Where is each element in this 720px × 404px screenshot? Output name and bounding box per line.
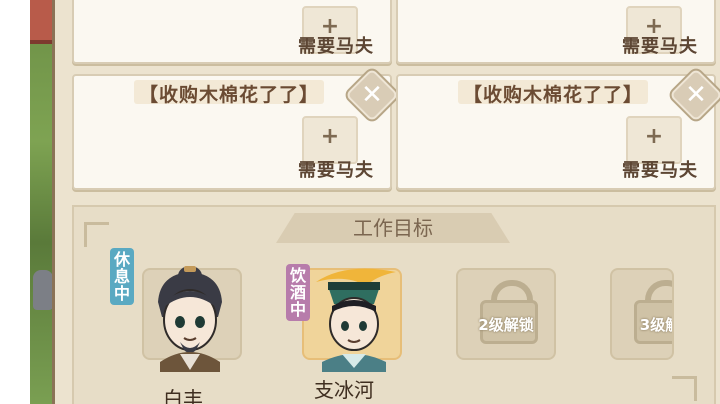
locked-slot-2[interactable]: 3级解 bbox=[610, 268, 674, 360]
background-map bbox=[30, 0, 54, 404]
unlock-label: 2级解锁 bbox=[478, 316, 534, 334]
game-screen: + 需要马夫 + 需要马夫 【收购木棉花了了】 + 需要马夫 ✕ 【收购木棉花了… bbox=[0, 0, 720, 404]
plus-icon: + bbox=[320, 124, 340, 149]
status-text: 休息中 bbox=[113, 250, 130, 303]
requirement-text: 需要马夫 bbox=[298, 160, 374, 181]
requirement-text: 需要马夫 bbox=[622, 36, 698, 57]
unlock-label: 3级解 bbox=[639, 316, 672, 334]
task-card-3[interactable]: 【收购木棉花了了】 + 需要马夫 bbox=[72, 74, 392, 190]
character-portrait-baifeng[interactable] bbox=[140, 262, 240, 372]
status-text: 饮酒中 bbox=[289, 266, 306, 319]
character-portrait-zhibinghe[interactable] bbox=[306, 262, 402, 372]
corner-ornament bbox=[672, 376, 697, 401]
worker-name: 白丰 bbox=[163, 387, 203, 404]
task-title: 【收购木棉花了了】 bbox=[134, 80, 324, 106]
task-title: 【收购木棉花了了】 bbox=[458, 80, 648, 106]
plus-icon: + bbox=[644, 124, 664, 149]
close-icon: ✕ bbox=[685, 80, 707, 110]
goal-title: 工作目标 bbox=[353, 216, 433, 240]
screen-margin bbox=[0, 0, 32, 404]
locked-slot-1[interactable]: 2级解锁 bbox=[456, 268, 556, 360]
worker-name: 支冰河 bbox=[314, 378, 374, 402]
task-card-4[interactable]: 【收购木棉花了了】 + 需要马夫 bbox=[396, 74, 716, 190]
map-rock bbox=[33, 270, 53, 310]
requirement-text: 需要马夫 bbox=[622, 160, 698, 181]
map-building bbox=[30, 0, 52, 44]
corner-ornament bbox=[84, 222, 109, 247]
close-icon: ✕ bbox=[361, 80, 383, 110]
requirement-text: 需要马夫 bbox=[298, 36, 374, 57]
status-tag-resting: 休息中 bbox=[110, 248, 134, 305]
task-card-2[interactable]: + 需要马夫 bbox=[396, 0, 716, 64]
task-card-1[interactable]: + 需要马夫 bbox=[72, 0, 392, 64]
